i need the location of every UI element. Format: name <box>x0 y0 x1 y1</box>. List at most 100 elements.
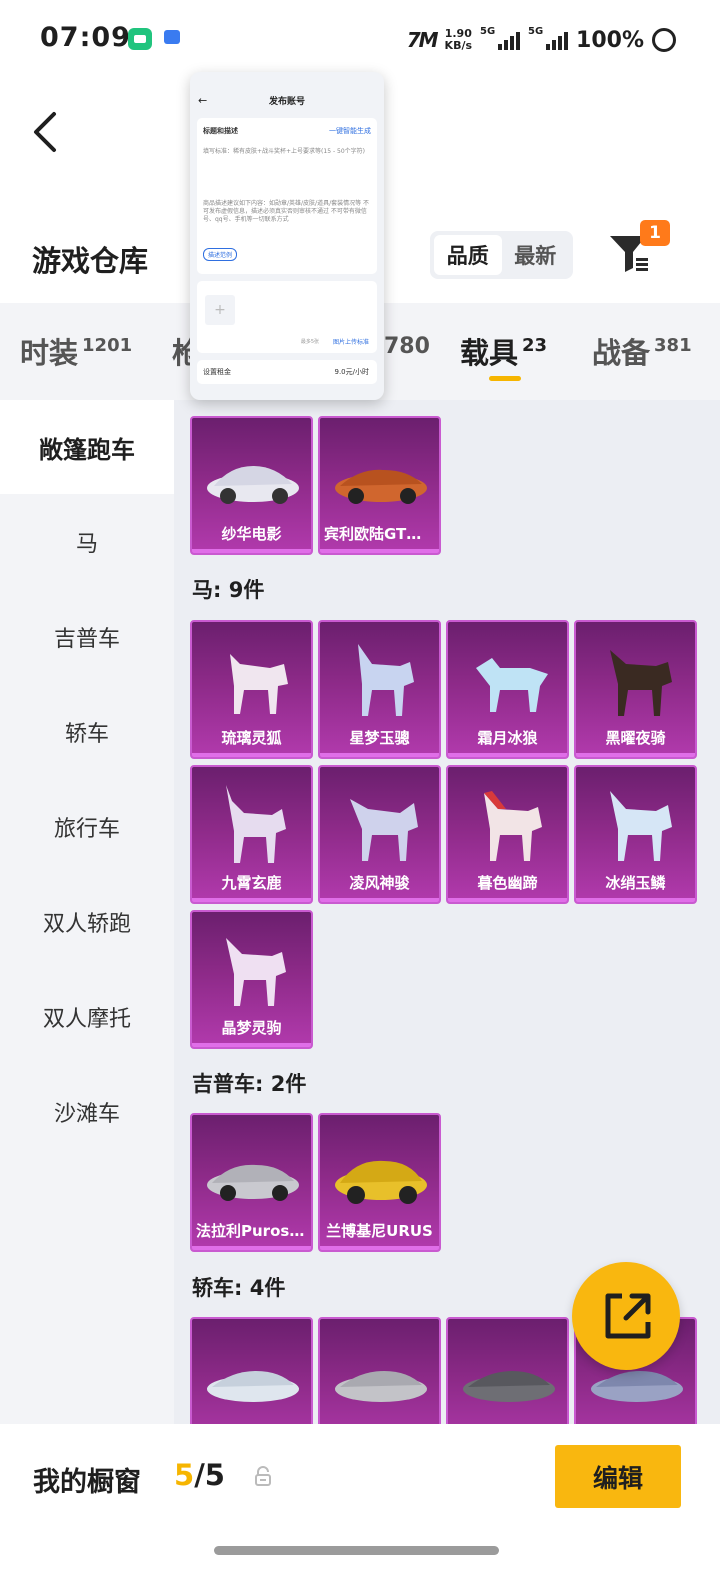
car-icon <box>207 1371 299 1402</box>
popup-guide-button[interactable]: 描述范例 <box>203 248 238 261</box>
item-card[interactable]: 星梦玉骢 <box>318 620 441 759</box>
tab-vehicle-label: 载具 <box>460 336 519 370</box>
sidebar-item-coupe2[interactable]: 双人轿跑 <box>0 875 174 969</box>
mount-icon <box>226 785 286 863</box>
message-app-icon <box>164 30 180 44</box>
item-card[interactable]: 暮色幽蹄 <box>446 765 569 904</box>
mount-icon <box>230 654 288 714</box>
item-name: 纱华电影 <box>221 525 282 543</box>
mount-icon <box>610 791 672 861</box>
tab-fashion[interactable]: 时装 1201 <box>20 330 132 372</box>
item-name: 凌风神骏 <box>349 874 410 892</box>
popup-description-box: 标题和描述 一键智能生成 填写标准：稀有皮肤+战斗奖杯+上号要求等(15 - 5… <box>197 118 377 274</box>
popup-ai-generate[interactable]: 一键智能生成 <box>329 126 371 136</box>
sort-tab-quality[interactable]: 品质 <box>434 235 502 275</box>
mount-icon <box>610 650 672 716</box>
car-icon <box>335 469 427 504</box>
showcase-current: 5 <box>174 1458 195 1492</box>
item-card[interactable] <box>446 1317 569 1424</box>
tab-hidden-count: 780 <box>384 334 430 359</box>
item-card[interactable]: 霜月冰狼 <box>446 620 569 759</box>
item-name: 琉璃灵狐 <box>221 729 282 747</box>
item-card[interactable]: 黑曜夜骑 <box>574 620 697 759</box>
item-card[interactable]: 纱华电影 <box>190 416 313 555</box>
car-icon <box>207 466 299 504</box>
speed-unit: KB/s <box>444 39 473 52</box>
item-name: 霜月冰狼 <box>477 729 538 747</box>
showcase-total: /5 <box>194 1458 225 1492</box>
network-type-2: 5G <box>528 26 544 37</box>
battery-circle-icon <box>652 28 676 52</box>
item-card[interactable] <box>318 1317 441 1424</box>
sidebar-item-beach[interactable]: 沙滩车 <box>0 1065 174 1159</box>
network-type: 5G <box>480 26 496 37</box>
network-speed: 1.90 KB/s <box>445 28 472 52</box>
sidebar: 敞篷跑车 马 吉普车 轿车 旅行车 双人轿跑 双人摩托 沙滩车 <box>0 400 174 1424</box>
sidebar-item-convertible[interactable]: 敞篷跑车 <box>0 400 174 494</box>
item-name: 星梦玉骢 <box>349 729 410 747</box>
sidebar-item-jeep[interactable]: 吉普车 <box>0 590 174 684</box>
item-card[interactable]: 兰博基尼URUS <box>318 1113 441 1252</box>
tab-equipment[interactable]: 战备 381 <box>592 330 692 372</box>
item-name: 法拉利Purosangue <box>196 1222 311 1240</box>
item-name: 暮色幽蹄 <box>477 874 538 892</box>
item-card[interactable]: 法拉利Purosangue <box>190 1113 313 1252</box>
tab-vehicle[interactable]: 载具 23 <box>460 330 547 372</box>
item-card[interactable] <box>190 1317 313 1424</box>
status-bar: 07:09 7M 1.90 KB/s 5G 5G 100% <box>0 0 720 80</box>
item-card[interactable]: 九霄玄鹿 <box>190 765 313 904</box>
showcase-label: 我的橱窗 <box>33 1467 141 1498</box>
share-button[interactable] <box>572 1262 680 1370</box>
car-icon <box>207 1164 299 1201</box>
popup-rent-label: 设置租金 <box>203 368 231 376</box>
sort-tabs: 品质 最新 <box>430 231 573 279</box>
battery-level: 100% <box>576 27 644 53</box>
tab-fashion-label: 时装 <box>20 336 79 370</box>
item-name: 晶梦灵驹 <box>221 1019 282 1037</box>
lock-icon <box>255 1466 271 1486</box>
back-arrow-icon[interactable] <box>30 110 60 154</box>
mount-icon <box>476 658 548 712</box>
sidebar-item-horse[interactable]: 马 <box>0 495 174 589</box>
sidebar-item-moto2[interactable]: 双人摩托 <box>0 970 174 1064</box>
mount-icon <box>358 644 414 716</box>
sidebar-item-wagon[interactable]: 旅行车 <box>0 780 174 874</box>
chat-app-icon <box>128 28 152 50</box>
add-image-icon[interactable]: + <box>205 295 235 325</box>
tab-fashion-count: 1201 <box>82 335 133 356</box>
page-title: 游戏仓库 <box>32 244 149 278</box>
popup-rent-row[interactable]: 设置租金 9.0元/小时 <box>197 360 377 384</box>
sidebar-item-sedan[interactable]: 轿车 <box>0 685 174 779</box>
publish-preview-popup[interactable]: ← 发布账号 标题和描述 一键智能生成 填写标准：稀有皮肤+战斗奖杯+上号要求等… <box>190 72 384 400</box>
mount-icon <box>484 791 542 861</box>
popup-hint: 填写标准：稀有皮肤+战斗奖杯+上号要求等(15 - 50个字符) <box>203 148 365 155</box>
tab-vehicle-count: 23 <box>522 335 548 356</box>
item-card[interactable]: 冰绡玉鳞 <box>574 765 697 904</box>
car-icon <box>335 1371 427 1402</box>
item-name: 九霄玄鹿 <box>221 874 282 892</box>
item-name: 兰博基尼URUS <box>326 1222 433 1240</box>
popup-upload-standard[interactable]: 图片上传标准 <box>333 337 369 346</box>
edit-button[interactable]: 编辑 <box>555 1445 681 1508</box>
status-time: 07:09 <box>40 22 131 53</box>
popup-title: 发布账号 <box>268 97 305 107</box>
home-indicator[interactable] <box>214 1546 499 1555</box>
car-icon <box>335 1160 427 1204</box>
sort-tab-latest[interactable]: 最新 <box>502 235 570 275</box>
status-right: 7M 1.90 KB/s 5G 5G 100% <box>407 22 676 58</box>
popup-image-box: + 最多5张 图片上传标准 <box>197 281 377 353</box>
item-card[interactable]: 晶梦灵驹 <box>190 910 313 1049</box>
popup-max-images: 最多5张 <box>300 339 319 345</box>
share-icon <box>605 1293 651 1339</box>
item-card[interactable]: 琉璃灵狐 <box>190 620 313 759</box>
popup-rent-value: 9.0元/小时 <box>334 368 370 376</box>
tab-equipment-count: 381 <box>654 335 692 356</box>
item-card[interactable]: 凌风神骏 <box>318 765 441 904</box>
popup-hint-2: 商品描述建议如下内容：如勋章/英雄/皮肤/道具/套装情况等 不可发布虚假信息，描… <box>203 200 369 223</box>
tab-hidden[interactable]: 780 <box>384 334 430 359</box>
active-tab-indicator <box>489 376 521 381</box>
section-title-horse: 马: 9件 <box>192 578 265 602</box>
item-card[interactable]: 宾利欧陆GT敞篷版 <box>318 416 441 555</box>
signal-icon-2: 5G <box>528 26 569 50</box>
mount-icon <box>226 938 286 1006</box>
